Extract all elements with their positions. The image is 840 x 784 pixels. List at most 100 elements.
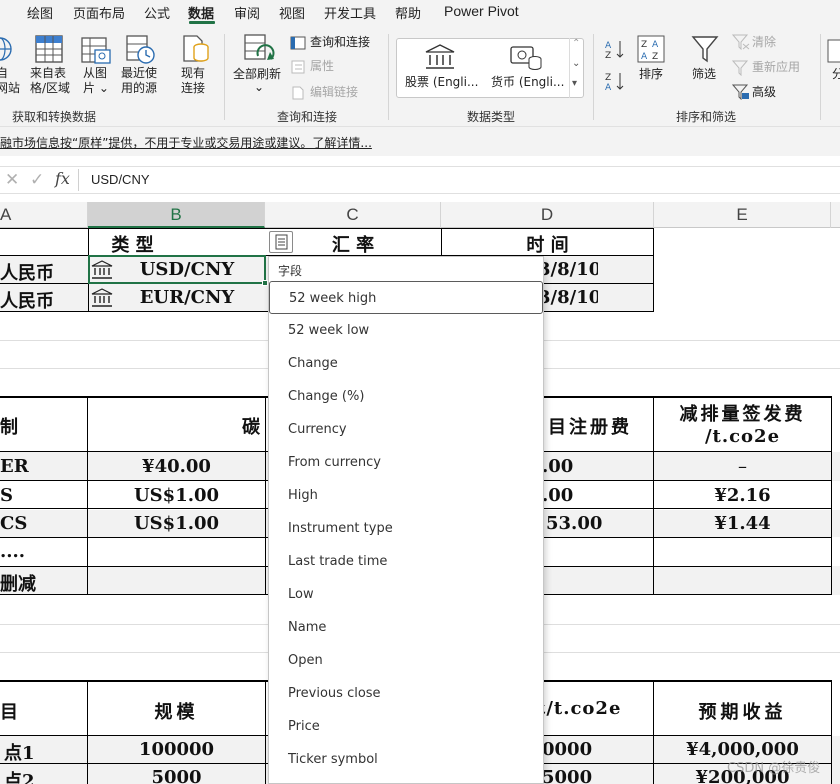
table1-cell-a1[interactable]: 人民币 [0,259,58,285]
edit-links-label: 编辑链接 [310,85,359,99]
table2-row2-e[interactable]: ¥2.16 [654,485,831,506]
column-header-d[interactable]: D [441,202,654,228]
table2-row3-d[interactable]: 53.00 [546,513,626,534]
table1-header-time: 时 间 [526,235,569,256]
gallery-more-icon[interactable]: ▾ [572,78,577,89]
table2-row4-a[interactable]: .... [0,541,60,562]
watermark: CSDN @徐贵俊 [727,761,821,776]
svg-text:Z: Z [605,73,611,83]
svg-text:Z: Z [605,51,611,59]
table2-row1-a[interactable]: ER [0,456,60,477]
field-item[interactable]: 52 week high [269,281,543,314]
field-item[interactable]: Currency [269,413,543,446]
group-label-sort-filter: 排序和筛选 [676,110,737,124]
sort-ascending-icon[interactable]: A Z [605,39,625,59]
insert-data-icon [275,234,288,250]
cancel-icon[interactable]: ✕ [5,170,19,190]
tab-data[interactable]: 数据 [188,3,214,22]
active-tab-indicator [189,21,215,24]
table3-header-d: t/t.co2e [537,698,622,719]
svg-text:A: A [641,52,648,62]
column-headers: A B C D E [0,202,840,228]
reapply-label: 重新应用 [752,60,801,74]
table2-header-e-line2: /t.co2e [704,426,781,447]
tab-developer[interactable]: 开发工具 [324,3,376,22]
field-item[interactable]: Open [269,644,543,677]
column-header-a[interactable]: A [0,202,88,228]
table3-row1-d[interactable]: 0000 [542,739,632,760]
table3-row1-b[interactable]: 100000 [88,739,265,760]
svg-text:Z: Z [641,40,647,50]
picture-table-icon [81,37,111,64]
tab-help[interactable]: 帮助 [395,3,421,22]
field-item[interactable]: Instrument type [269,512,543,545]
queries-connections-label: 查询和连接 [310,35,371,49]
tab-power-pivot[interactable]: Power Pivot [444,3,519,19]
tab-formulas[interactable]: 公式 [144,3,170,22]
from-table-label: 来自表 格/区域 [30,66,71,95]
table2-row3-b[interactable]: US$1.00 [88,513,265,534]
table1-cell-b2[interactable]: EUR/CNY [122,287,252,308]
column-header-c[interactable]: C [265,202,441,228]
field-item[interactable]: Low [269,578,543,611]
table2-header-a: 制 [0,417,18,438]
formula-input[interactable]: USD/CNY [91,172,150,187]
field-item[interactable]: High [269,479,543,512]
clear-label: 清除 [752,35,777,49]
field-item[interactable]: From currency [269,446,543,479]
table2-row1-b[interactable]: ¥40.00 [88,456,265,477]
field-item[interactable]: Change (%) [269,380,543,413]
gallery-up-icon[interactable]: ⌃ [572,38,580,49]
split-icon[interactable] [826,38,840,64]
table3-row2-d[interactable]: 5000 [542,767,632,784]
tab-draw[interactable]: 绘图 [27,3,53,22]
column-header-b[interactable]: B [88,202,265,228]
stocks-label: 股票 (Engli... [405,75,479,89]
filter-funnel-icon [691,36,719,63]
group-label-get-transform: 获取和转换数据 [12,110,97,124]
field-item[interactable]: Ticker symbol [269,743,543,776]
table3-row2-a[interactable]: 点2 [4,767,64,784]
sort-descending-icon[interactable]: Z A [605,71,625,91]
svg-text:A: A [605,83,612,91]
table1-cell-d2[interactable]: 3/8/10 [538,287,598,308]
table2-row1-e[interactable]: – [654,456,831,477]
column-header-e[interactable]: E [654,202,831,228]
table2-row1-d[interactable]: .00 [542,456,622,477]
chevron-down-icon: ⌄ [254,80,265,94]
table2-row3-a[interactable]: CS [0,513,60,534]
table1-cell-a2[interactable]: 人民币 [0,287,58,313]
field-item[interactable]: Price [269,710,543,743]
field-item[interactable]: 52 week low [269,314,543,347]
confirm-icon[interactable]: ✓ [30,170,44,190]
tab-view[interactable]: 视图 [279,3,305,22]
table2-row5-a[interactable]: 删减 [0,570,60,596]
properties-icon [291,60,305,74]
from-picture-label: 从图 片 ⌄ [83,66,109,95]
table2-row3-e[interactable]: ¥1.44 [654,513,831,534]
formula-bar: ✕ ✓ fx USD/CNY [0,156,840,202]
field-item[interactable]: Last trade time [269,545,543,578]
field-item[interactable]: Change [269,347,543,380]
insert-function-icon[interactable]: fx [55,169,70,188]
table2-row2-b[interactable]: US$1.00 [88,485,265,506]
gallery-down-icon[interactable]: ⌄ [572,58,580,69]
bank-building-icon[interactable] [91,288,113,308]
recent-sources-icon [126,35,155,64]
field-item[interactable]: Previous close [269,677,543,710]
ribbon-separator [224,34,225,120]
info-bar-text[interactable]: 融市场信息按“原样”提供，不用于专业或交易用途或建议。了解详情... [0,134,372,151]
recent-sources-label: 最近使 用的源 [121,66,158,95]
tab-review[interactable]: 审阅 [234,3,260,22]
table3-header-b: 规模 [154,702,199,723]
table2-row2-a[interactable]: S [0,485,60,506]
tab-page-layout[interactable]: 页面布局 [73,3,125,22]
table2-row2-d[interactable]: .00 [542,485,622,506]
table3-row2-b[interactable]: 5000 [88,767,265,784]
table3-row1-a[interactable]: 点1 [4,739,64,765]
table2-header-d: 目注册费 [548,417,632,438]
insert-data-button[interactable] [269,231,293,253]
field-item[interactable]: Name [269,611,543,644]
table1-cell-d1[interactable]: 3/8/10 [538,259,598,280]
menu-bar: 绘图 页面布局 公式 数据 审阅 视图 开发工具 帮助 Power Pivot [0,0,840,26]
